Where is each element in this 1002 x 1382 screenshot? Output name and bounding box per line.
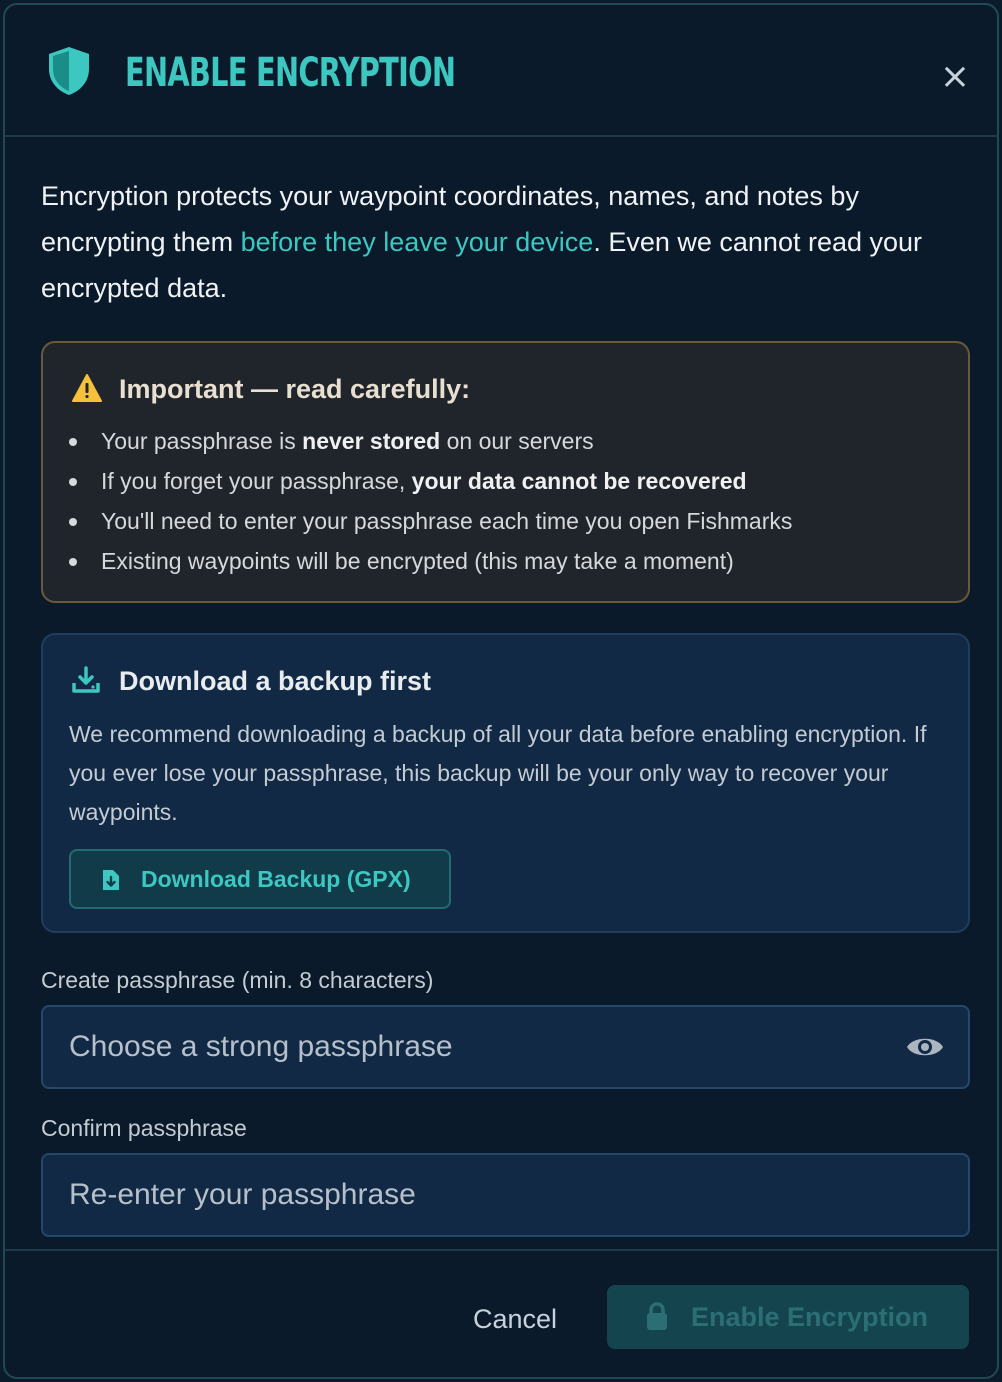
enable-encryption-label: Enable Encryption [691,1302,929,1332]
modal-header: ENABLE ENCRYPTION × [5,5,997,137]
warning-item: You'll need to enter your passphrase eac… [43,503,968,543]
warning-box: Important — read carefully: Your passphr… [41,341,970,603]
bullet [69,438,77,446]
bullet [69,558,77,566]
bullet [69,478,77,486]
confirm-passphrase-input[interactable] [41,1153,970,1237]
intro-text: Encryption protects your waypoint coordi… [41,173,971,311]
warning-item-text: If you forget your passphrase, [101,468,412,494]
warning-item: Existing waypoints will be encrypted (th… [43,543,968,583]
warning-item: If you forget your passphrase, your data… [43,463,968,503]
warning-icon [72,374,102,402]
close-button[interactable]: × [935,57,975,97]
file-download-icon [103,870,119,890]
lock-icon [647,1302,667,1330]
backup-description: We recommend downloading a backup of all… [69,721,927,825]
warning-title: Important — read carefully: [119,374,471,404]
warning-list: Your passphrase is never stored on our s… [43,423,968,583]
backup-title: Download a backup first [119,666,432,696]
download-icon [72,666,100,693]
download-backup-button[interactable]: Download Backup (GPX) [69,849,451,909]
warning-item-text: You'll need to enter your passphrase eac… [101,508,793,534]
passphrase-label: Create passphrase (min. 8 characters) [41,967,434,993]
show-passphrase-toggle[interactable] [905,1031,945,1063]
shield-icon [49,47,89,95]
enable-encryption-modal: ENABLE ENCRYPTION × Encryption protects … [3,3,999,1379]
intro-highlight: before they leave your device [240,227,594,257]
warning-item-text: Your passphrase is [101,428,303,454]
backup-box: Download a backup first We recommend dow… [41,633,970,933]
modal-title: ENABLE ENCRYPTION [125,50,456,96]
warning-item-text: Existing waypoints will be encrypted (th… [101,548,734,574]
modal-footer: Cancel Enable Encryption [5,1249,997,1377]
bullet [69,518,77,526]
warning-item: Your passphrase is never stored on our s… [43,423,968,463]
passphrase-input[interactable] [41,1005,970,1089]
download-backup-label: Download Backup (GPX) [141,866,411,892]
warning-item-bold: your data cannot be recovered [411,468,747,494]
enable-encryption-button[interactable]: Enable Encryption [607,1285,969,1349]
eye-icon [907,1038,943,1056]
confirm-passphrase-label: Confirm passphrase [41,1115,247,1141]
warning-item-text-end: on our servers [440,428,594,454]
warning-item-bold: never stored [302,428,441,454]
cancel-button[interactable]: Cancel [445,1287,585,1351]
